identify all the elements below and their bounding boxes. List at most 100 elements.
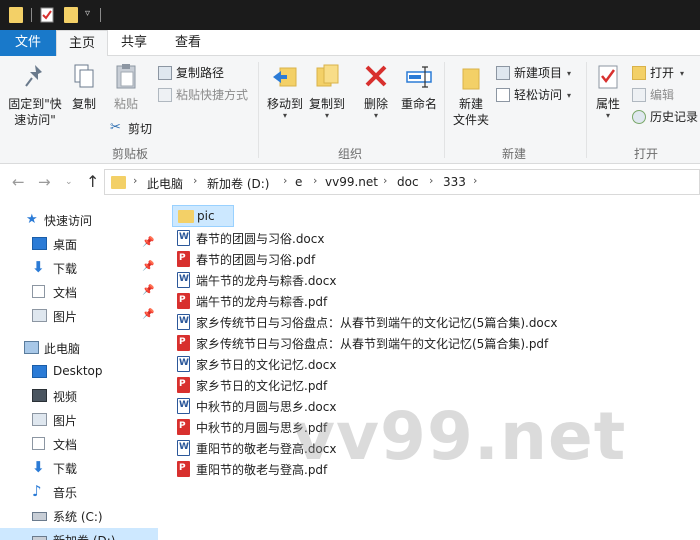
recent-locations-chevron-icon[interactable]: ⌄ <box>65 177 73 187</box>
picture-icon <box>32 413 47 426</box>
breadcrumb-separator: › <box>473 174 478 187</box>
nav-label: 图片 <box>53 310 78 324</box>
divider <box>100 8 101 22</box>
pin-icon[interactable]: 📌 <box>142 285 154 296</box>
word-doc-icon <box>177 356 190 372</box>
forward-arrow-icon[interactable]: → <box>38 173 51 191</box>
nav-item-drive-c[interactable]: 系统 (C:) <box>0 504 158 528</box>
move-to-icon <box>273 67 297 87</box>
paste-button[interactable]: 粘贴 <box>106 62 146 112</box>
file-row-folder[interactable]: pic <box>172 205 234 227</box>
open-icon <box>632 66 646 80</box>
copy-to-label: 复制到 <box>308 97 345 111</box>
back-arrow-icon[interactable]: ← <box>12 173 25 191</box>
pin-icon[interactable]: 📌 <box>142 261 154 272</box>
ribbon: 固定到"快 速访问" 复制 粘贴 复制路径 粘贴快捷方式 ✂ 剪切 剪贴板 移动… <box>0 56 700 164</box>
clipboard-group-label: 剪贴板 <box>111 147 148 161</box>
customize-toolbar-chevron-icon[interactable]: ▿ <box>85 8 90 19</box>
pin-icon[interactable]: 📌 <box>142 237 154 248</box>
nav-label: Desktop <box>53 364 103 378</box>
history-label: 历史记录 <box>650 110 699 124</box>
file-list: pic 春节的团圆与习俗.docx 春节的团圆与习俗.pdf 端午节的龙舟与粽香… <box>158 200 700 540</box>
breadcrumb-drive-d[interactable]: 新加卷 (D:) <box>207 175 269 192</box>
delete-button[interactable]: 删除 ▾ <box>358 62 394 120</box>
breadcrumb-e[interactable]: e <box>295 175 302 189</box>
tab-view[interactable]: 查看 <box>160 30 216 56</box>
folder-icon <box>111 176 126 189</box>
copy-label: 复制 <box>71 97 96 111</box>
computer-icon <box>24 341 39 354</box>
copy-to-icon <box>316 64 339 87</box>
breadcrumb-vv99[interactable]: vv99.net <box>325 175 378 189</box>
nav-item-videos[interactable]: 视频 <box>0 384 158 408</box>
file-name: 家乡传统节日与习俗盘点：从春节到端午的文化记忆(5篇合集).docx <box>196 316 558 330</box>
nav-label: 下载 <box>53 262 78 276</box>
star-icon: ★ <box>26 212 38 227</box>
rename-icon <box>406 66 432 88</box>
pin-to-quick-access-button[interactable]: 固定到"快 速访问" <box>4 62 66 128</box>
tab-home[interactable]: 主页 <box>56 30 108 57</box>
delete-x-icon <box>365 65 387 87</box>
nav-item-drive-d[interactable]: 新加卷 (D:) <box>0 528 158 540</box>
title-bar: ▿ <box>0 0 700 30</box>
nav-item-downloads[interactable]: ⬇ 下载 📌 <box>0 256 158 280</box>
copy-icon <box>74 64 94 88</box>
word-doc-icon <box>177 230 190 246</box>
nav-label: 视频 <box>53 390 78 404</box>
nav-this-pc[interactable]: 此电脑 <box>0 336 158 360</box>
nav-item-pictures[interactable]: 图片 📌 <box>0 304 158 328</box>
tab-share[interactable]: 共享 <box>108 30 160 56</box>
new-item-icon <box>496 66 510 80</box>
nav-item-downloads-pc[interactable]: ⬇ 下载 <box>0 456 158 480</box>
nav-item-documents-pc[interactable]: 文档 <box>0 432 158 456</box>
breadcrumb-this-pc[interactable]: 此电脑 <box>147 175 183 192</box>
word-doc-icon <box>177 314 190 330</box>
rename-button[interactable]: 重命名 <box>398 62 440 112</box>
copy-to-button[interactable]: 复制到 ▾ <box>306 62 348 120</box>
pin-icon[interactable]: 📌 <box>142 309 154 320</box>
folder-icon <box>9 7 23 23</box>
move-to-button[interactable]: 移动到 ▾ <box>264 62 306 120</box>
properties-icon <box>598 65 618 89</box>
nav-label: 此电脑 <box>44 342 81 356</box>
address-bar[interactable]: › 此电脑 › 新加卷 (D:) › e › vv99.net › doc › … <box>104 169 700 195</box>
nav-item-desktop[interactable]: 桌面 📌 <box>0 232 158 256</box>
navigation-bar: ← → ⌄ ↑ › 此电脑 › 新加卷 (D:) › e › vv99.net … <box>0 164 700 200</box>
file-name: 春节的团圆与习俗.docx <box>196 232 325 246</box>
pdf-icon <box>177 251 190 267</box>
pdf-icon <box>177 377 190 393</box>
file-name: 家乡节日的文化记忆.pdf <box>196 379 328 393</box>
up-arrow-icon[interactable]: ↑ <box>86 172 99 191</box>
breadcrumb-separator: › <box>193 174 198 187</box>
nav-item-desktop-pc[interactable]: Desktop <box>0 360 158 384</box>
tab-file[interactable]: 文件 <box>0 30 56 56</box>
divider <box>586 62 587 158</box>
nav-label: 下载 <box>53 462 78 476</box>
properties-button[interactable]: 属性 ▾ <box>590 62 626 120</box>
open-label: 打开 <box>650 66 675 80</box>
divider <box>31 8 32 22</box>
rename-label: 重命名 <box>400 97 437 111</box>
file-name: 端午节的龙舟与粽香.docx <box>196 274 337 288</box>
nav-quick-access[interactable]: ★ 快速访问 <box>0 208 158 232</box>
new-group-label: 新建 <box>501 147 526 161</box>
pdf-icon <box>177 419 190 435</box>
desktop-icon <box>32 237 47 250</box>
edit-icon <box>632 88 646 102</box>
word-doc-icon <box>177 440 190 456</box>
new-folder-button[interactable]: 新建 文件夹 <box>448 62 494 128</box>
paste-shortcut-icon <box>158 88 172 102</box>
new-folder-icon[interactable] <box>64 7 78 23</box>
properties-icon[interactable] <box>40 7 54 23</box>
breadcrumb-333[interactable]: 333 <box>443 175 466 189</box>
ribbon-tabs: 文件 主页 共享 查看 <box>0 30 700 57</box>
copy-button[interactable]: 复制 <box>66 62 102 112</box>
open-group-label: 打开 <box>633 147 658 161</box>
new-folder-icon <box>462 68 480 90</box>
document-icon <box>32 285 45 298</box>
breadcrumb-doc[interactable]: doc <box>397 175 419 189</box>
nav-item-pictures-pc[interactable]: 图片 <box>0 408 158 432</box>
nav-item-music[interactable]: ♪ 音乐 <box>0 480 158 504</box>
nav-item-documents[interactable]: 文档 📌 <box>0 280 158 304</box>
nav-label: 快速访问 <box>44 214 93 228</box>
